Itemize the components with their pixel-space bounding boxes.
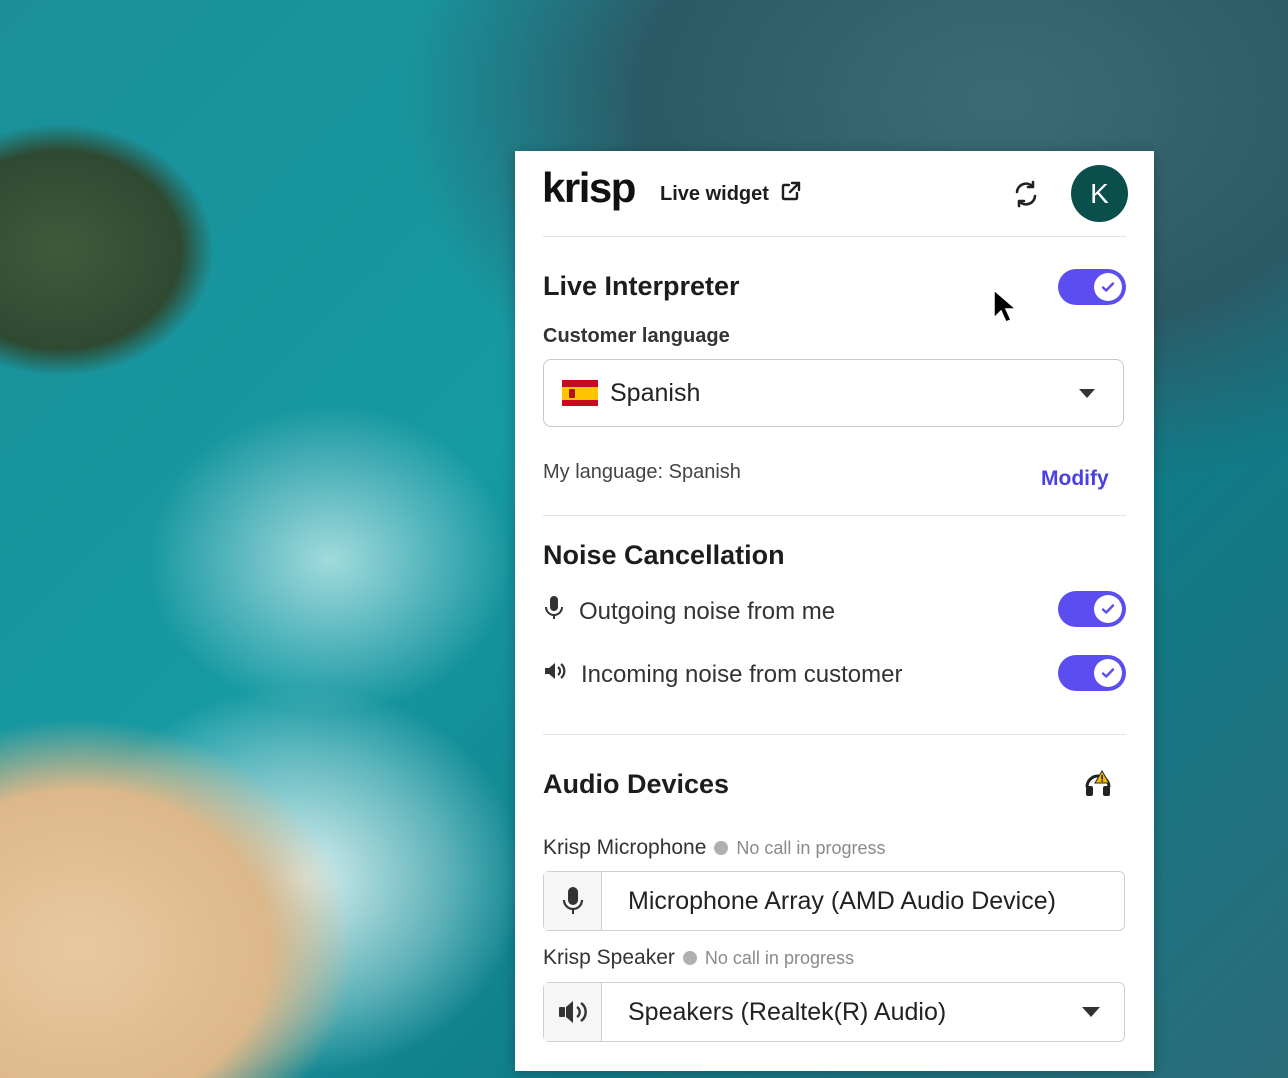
chevron-down-icon: [1079, 388, 1095, 398]
microphone-device-field[interactable]: Microphone Array (AMD Audio Device): [543, 871, 1125, 931]
speaker-icon: [543, 659, 567, 690]
customer-language-value: Spanish: [610, 378, 701, 407]
krisp-speaker-row: Krisp Speaker No call in progress: [543, 946, 854, 970]
microphone-status: No call in progress: [736, 837, 886, 858]
outgoing-noise-row: Outgoing noise from me: [543, 595, 835, 628]
live-widget-label: Live widget: [660, 182, 769, 205]
mouse-cursor-icon: [993, 288, 1019, 330]
customer-language-label: Customer language: [543, 325, 730, 347]
outgoing-noise-toggle[interactable]: [1058, 591, 1126, 627]
customer-language-select[interactable]: Spanish: [543, 359, 1124, 427]
microphone-icon: [544, 872, 602, 930]
live-interpreter-title: Live Interpreter: [543, 271, 740, 301]
speaker-device-select[interactable]: Speakers (Realtek(R) Audio): [543, 982, 1125, 1042]
refresh-icon: [1011, 179, 1041, 214]
spain-flag-icon: [562, 380, 598, 406]
toggle-knob: [1094, 595, 1122, 623]
incoming-noise-row: Incoming noise from customer: [543, 659, 902, 690]
krisp-microphone-row: Krisp Microphone No call in progress: [543, 836, 885, 860]
chevron-down-icon: [1082, 1007, 1100, 1017]
check-icon: [1101, 604, 1115, 614]
speaker-status: No call in progress: [704, 947, 854, 968]
krisp-microphone-label: Krisp Microphone: [543, 836, 707, 859]
toggle-knob: [1094, 659, 1122, 687]
incoming-noise-label: Incoming noise from customer: [581, 660, 903, 688]
live-widget-link[interactable]: Live widget: [660, 179, 803, 209]
krisp-logo: krisp: [542, 164, 636, 211]
toggle-knob: [1094, 273, 1122, 301]
live-interpreter-toggle[interactable]: [1058, 269, 1126, 305]
my-language-text: My language: Spanish: [543, 461, 741, 483]
status-dot: [714, 841, 729, 855]
speaker-device-value: Speakers (Realtek(R) Audio): [628, 997, 947, 1026]
check-icon: [1101, 282, 1115, 292]
avatar[interactable]: K: [1071, 165, 1128, 222]
outgoing-noise-label: Outgoing noise from me: [579, 597, 836, 625]
external-link-icon: [779, 179, 803, 209]
krisp-speaker-label: Krisp Speaker: [543, 946, 675, 969]
status-dot: [682, 951, 697, 965]
noise-cancellation-title: Noise Cancellation: [543, 540, 785, 570]
microphone-icon: [543, 595, 565, 628]
headset-warning-icon[interactable]: [1083, 769, 1113, 804]
microphone-device-value: Microphone Array (AMD Audio Device): [628, 886, 1056, 915]
audio-devices-title: Audio Devices: [543, 769, 730, 799]
speaker-icon: [544, 983, 602, 1041]
header-divider: [543, 236, 1126, 237]
incoming-noise-toggle[interactable]: [1058, 655, 1126, 691]
modify-link[interactable]: Modify: [1041, 467, 1109, 491]
refresh-button[interactable]: [1005, 175, 1047, 217]
section-divider: [543, 734, 1126, 735]
krisp-widget-panel: krisp Live widget K Live Interpreter Cus…: [515, 151, 1154, 1071]
check-icon: [1101, 668, 1115, 678]
section-divider: [543, 515, 1126, 516]
